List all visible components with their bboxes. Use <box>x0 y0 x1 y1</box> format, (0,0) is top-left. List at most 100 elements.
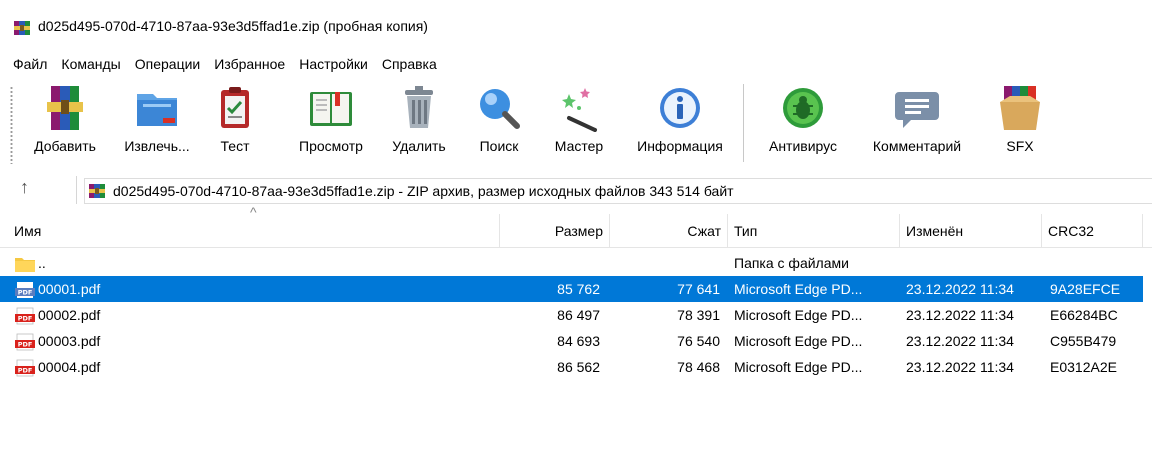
menu-commands[interactable]: Команды <box>54 53 127 75</box>
comment-button[interactable]: Комментарий <box>858 84 976 166</box>
view-button[interactable]: Просмотр <box>288 84 374 166</box>
test-label: Тест <box>220 138 250 154</box>
toolbar-separator <box>743 84 744 162</box>
delete-button[interactable]: Удалить <box>384 84 454 166</box>
pdf-icon: PDF <box>15 333 35 351</box>
file-modified: 23.12.2022 11:34 <box>906 281 1014 297</box>
file-modified: 23.12.2022 11:34 <box>906 307 1014 323</box>
column-type[interactable]: Тип <box>728 214 900 248</box>
menu-help[interactable]: Справка <box>375 53 444 75</box>
table-row-parent[interactable]: .. Папка с файлами <box>0 250 1143 276</box>
sfx-box-icon <box>1000 86 1040 130</box>
file-type: Microsoft Edge PD... <box>734 307 863 323</box>
file-name: 00004.pdf <box>38 359 101 375</box>
table-row-selected[interactable]: PDF 00001.pdf 85 762 77 641 Microsoft Ed… <box>0 276 1143 302</box>
winrar-archive-icon <box>89 184 105 198</box>
file-list-header: ^ Имя Размер Сжат Тип Изменён CRC32 <box>0 204 1152 248</box>
file-size: 86 497 <box>557 307 600 323</box>
column-name[interactable]: Имя <box>0 214 500 248</box>
file-name: .. <box>38 255 46 271</box>
menu-bar: Файл Команды Операции Избранное Настройк… <box>0 52 1152 76</box>
address-field[interactable]: d025d495-070d-4710-87aa-93e3d5ffad1e.zip… <box>84 178 1152 204</box>
svg-text:PDF: PDF <box>18 289 33 297</box>
sfx-button[interactable]: SFX <box>990 84 1050 166</box>
extract-button[interactable]: Извлечь... <box>114 84 200 166</box>
wizard-button[interactable]: Мастер <box>544 84 614 166</box>
search-button[interactable]: Поиск <box>468 84 530 166</box>
column-size[interactable]: Размер <box>500 214 610 248</box>
address-bar: ↑ d025d495-070d-4710-87aa-93e3d5ffad1e.z… <box>0 174 1152 206</box>
add-button[interactable]: Добавить <box>22 84 108 166</box>
file-modified: 23.12.2022 11:34 <box>906 359 1014 375</box>
window-title: d025d495-070d-4710-87aa-93e3d5ffad1e.zip… <box>38 18 428 34</box>
antivirus-button[interactable]: Антивирус <box>756 84 850 166</box>
file-type: Папка с файлами <box>734 255 849 271</box>
title-bar: d025d495-070d-4710-87aa-93e3d5ffad1e.zip… <box>0 0 1152 50</box>
file-name: 00003.pdf <box>38 333 101 349</box>
menu-operations[interactable]: Операции <box>128 53 208 75</box>
svg-text:PDF: PDF <box>18 367 33 375</box>
file-crc: C955B479 <box>1050 333 1117 349</box>
file-name: 00002.pdf <box>38 307 101 323</box>
table-row[interactable]: PDF 00003.pdf 84 693 76 540 Microsoft Ed… <box>0 328 1143 354</box>
column-crc[interactable]: CRC32 <box>1042 214 1143 248</box>
view-book-icon <box>310 92 352 126</box>
file-modified: 23.12.2022 11:34 <box>906 333 1014 349</box>
file-type: Microsoft Edge PD... <box>734 281 863 297</box>
address-text: d025d495-070d-4710-87aa-93e3d5ffad1e.zip… <box>113 183 734 199</box>
wizard-wand-icon <box>562 88 597 132</box>
file-size: 86 562 <box>557 359 600 375</box>
table-row[interactable]: PDF 00002.pdf 86 497 78 391 Microsoft Ed… <box>0 302 1143 328</box>
menu-settings[interactable]: Настройки <box>292 53 375 75</box>
menu-favorites[interactable]: Избранное <box>207 53 292 75</box>
pdf-icon: PDF <box>15 307 35 325</box>
wizard-label: Мастер <box>554 138 604 154</box>
svg-text:PDF: PDF <box>18 341 33 349</box>
search-label: Поиск <box>479 138 519 154</box>
file-crc: 9A28EFCE <box>1050 281 1121 297</box>
file-crc: E66284BC <box>1050 307 1118 323</box>
info-label: Информация <box>637 138 723 154</box>
table-row[interactable]: PDF 00004.pdf 86 562 78 468 Microsoft Ed… <box>0 354 1143 380</box>
toolbar: Добавить Извлечь... Тест Просмотр Удалит… <box>0 80 1152 172</box>
svg-text:PDF: PDF <box>18 315 33 323</box>
file-packed: 77 641 <box>677 281 720 297</box>
comment-label: Комментарий <box>872 138 962 154</box>
toolbar-grip[interactable] <box>10 86 13 164</box>
file-type: Microsoft Edge PD... <box>734 359 863 375</box>
address-separator <box>76 176 77 204</box>
trash-icon <box>405 86 433 128</box>
file-packed: 76 540 <box>677 333 720 349</box>
file-crc: E0312A2E <box>1050 359 1117 375</box>
info-icon <box>660 88 700 128</box>
folder-icon <box>15 258 35 273</box>
antivirus-bug-icon <box>783 88 823 128</box>
file-list: .. Папка с файлами PDF 00001.pdf 85 762 … <box>0 250 1152 380</box>
winrar-archive-icon <box>14 21 30 35</box>
test-icon <box>221 87 249 128</box>
file-type: Microsoft Edge PD... <box>734 333 863 349</box>
search-icon <box>480 89 520 129</box>
up-folder-button[interactable]: ↑ <box>20 177 29 198</box>
extract-label: Извлечь... <box>124 138 190 154</box>
file-packed: 78 468 <box>677 359 720 375</box>
menu-file[interactable]: Файл <box>6 53 54 75</box>
column-modified[interactable]: Изменён <box>900 214 1042 248</box>
add-archive-icon <box>47 86 83 130</box>
info-button[interactable]: Информация <box>626 84 734 166</box>
file-size: 85 762 <box>557 281 600 297</box>
file-name: 00001.pdf <box>38 281 101 297</box>
pdf-icon: PDF <box>15 359 35 377</box>
test-button[interactable]: Тест <box>210 84 260 166</box>
file-size: 84 693 <box>557 333 600 349</box>
view-label: Просмотр <box>299 138 363 154</box>
pdf-icon: PDF <box>15 282 35 299</box>
column-packed[interactable]: Сжат <box>610 214 728 248</box>
file-packed: 78 391 <box>677 307 720 323</box>
comment-icon <box>895 92 939 128</box>
sfx-label: SFX <box>1006 138 1034 154</box>
delete-label: Удалить <box>392 138 446 154</box>
antivirus-label: Антивирус <box>768 138 838 154</box>
extract-icon <box>137 94 177 126</box>
add-label: Добавить <box>34 138 96 154</box>
